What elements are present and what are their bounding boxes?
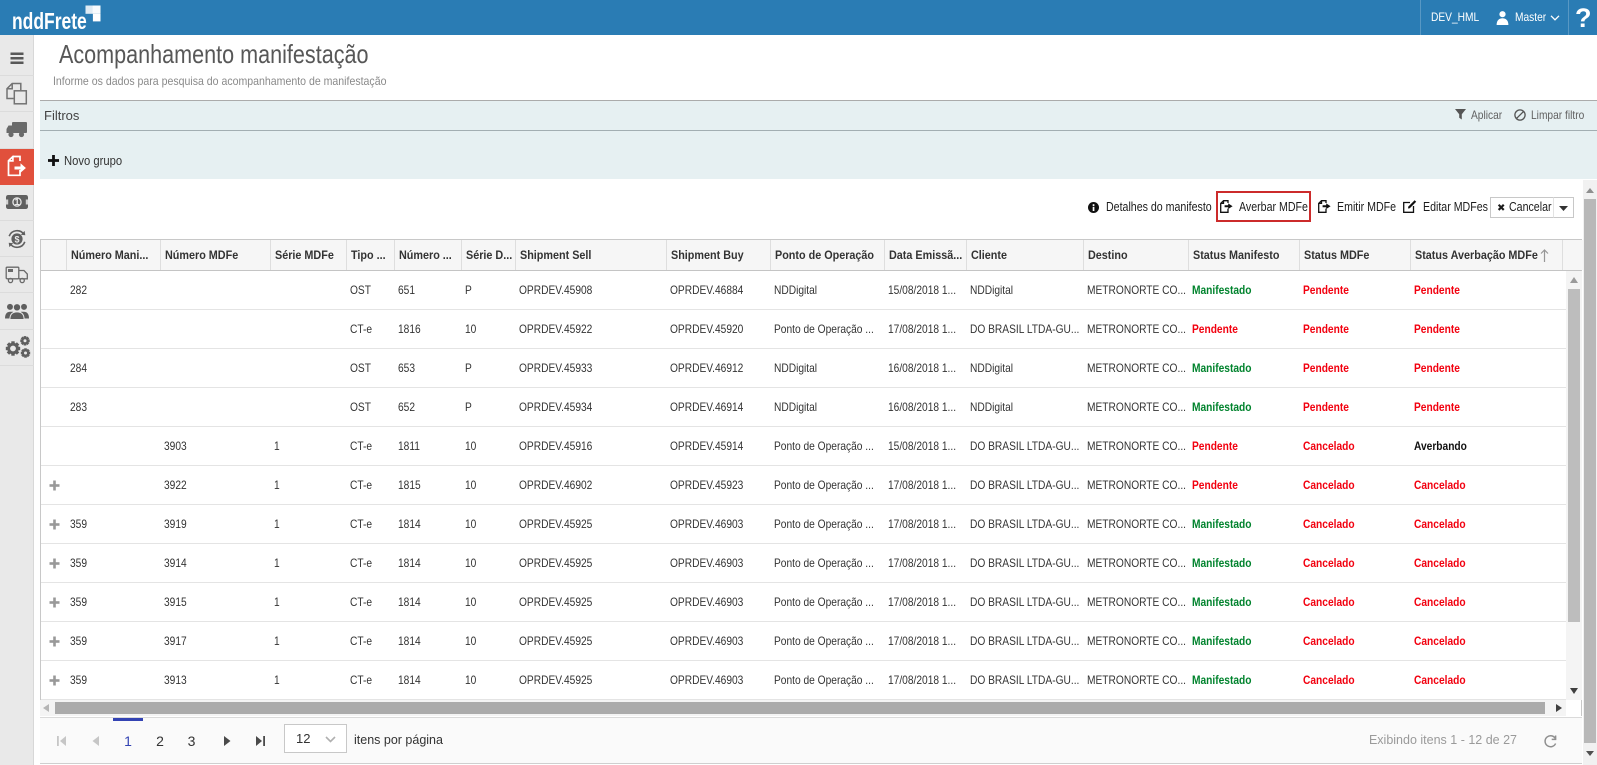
svg-text:$: $ (14, 234, 19, 244)
svg-text:1: 1 (14, 198, 19, 208)
